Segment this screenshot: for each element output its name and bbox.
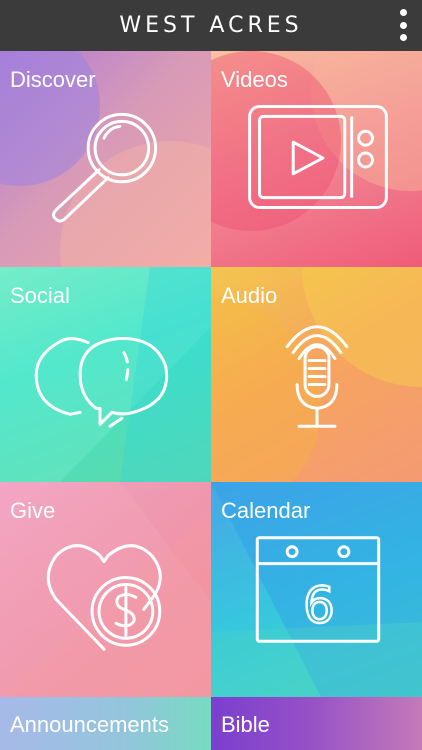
tile-bible[interactable]: Bible [211,697,422,750]
calendar-date: 6 [303,576,335,634]
tile-social[interactable]: Social [0,267,211,482]
tile-give[interactable]: Give [0,482,211,697]
microphone-icon [285,325,349,428]
tile-audio[interactable]: Audio [211,267,422,482]
menu-dot [399,34,407,41]
tile-label: Bible [221,712,270,737]
video-player-icon [248,104,388,210]
tile-label: Announcements [10,712,169,737]
heart-dollar-icon [46,544,162,651]
tile-announcements[interactable]: Announcements [0,697,211,750]
menu-dot [399,21,407,29]
menu-dot [399,9,407,16]
tile-calendar[interactable]: Calendar 6 [211,482,422,697]
speech-bubbles-icon [34,337,169,428]
tile-discover[interactable]: Discover [0,51,211,267]
more-vertical-icon[interactable] [396,9,410,41]
app-title: WEST ACRES [119,13,303,38]
app-header: WEST ACRES [0,0,422,51]
tile-videos[interactable]: Videos [211,51,422,267]
magnifier-icon [52,112,158,223]
calendar-icon: 6 [255,536,381,643]
